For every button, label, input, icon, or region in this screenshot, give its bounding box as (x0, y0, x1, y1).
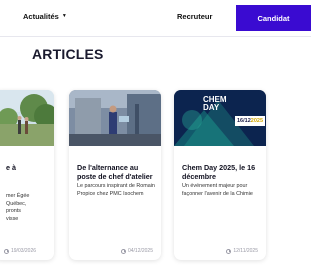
top-navigation: Actualités ▼ Recruteur Candidat (0, 0, 311, 36)
nav-recruteur-link[interactable]: Recruteur (177, 12, 212, 21)
article-image (0, 90, 54, 146)
article-title: e à (6, 163, 16, 172)
article-image (69, 90, 161, 146)
article-card[interactable]: CHEM DAY 16/122025 Chem Day 2025, le 16 … (174, 90, 266, 260)
nav-actualites-label: Actualités (23, 12, 59, 21)
article-title: Chem Day 2025, le 16 décembre (182, 163, 256, 181)
article-card[interactable]: De l'alternance au poste de chef d'ateli… (69, 90, 161, 260)
article-description: Un événement majeur pour façonner l'aven… (182, 183, 253, 197)
article-date: 19/03/2026 (4, 248, 36, 254)
nav-candidat-button[interactable]: Candidat (236, 5, 311, 31)
event-date-badge: 16/122025 (235, 116, 266, 126)
clock-icon (120, 248, 126, 254)
nav-actualites-dropdown[interactable]: Actualités ▼ (23, 12, 67, 21)
clock-icon (4, 248, 9, 254)
article-description: Le parcours inspirant de Romain Propice … (77, 183, 155, 197)
article-image: CHEM DAY 16/122025 (174, 90, 266, 146)
section-title: ARTICLES (32, 46, 104, 62)
chem-day-logo: CHEM DAY (203, 95, 227, 112)
article-title: De l'alternance au poste de chef d'ateli… (77, 163, 153, 181)
header-divider (0, 36, 311, 37)
article-description: mer Égée Québec, pronts visse (6, 193, 30, 222)
article-date: 04/12/2025 (120, 248, 153, 254)
clock-icon (226, 248, 232, 254)
article-date: 12/11/2025 (226, 248, 258, 254)
article-card[interactable]: e à mer Égée Québec, pronts visse 19/03/… (0, 90, 54, 260)
chevron-down-icon: ▼ (61, 13, 67, 19)
